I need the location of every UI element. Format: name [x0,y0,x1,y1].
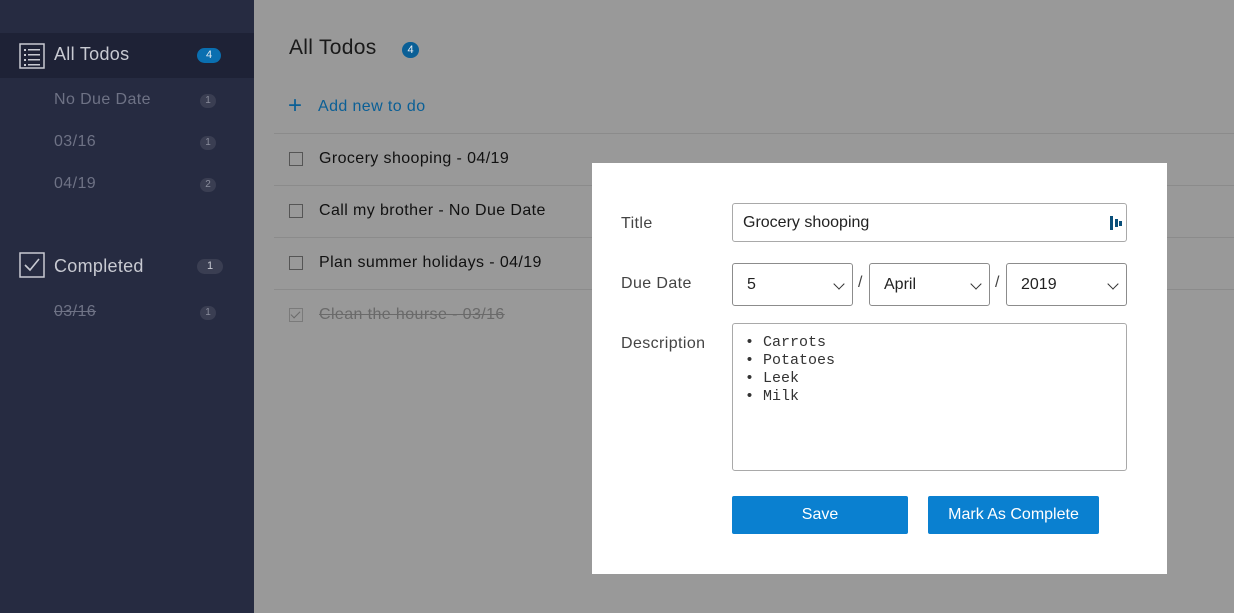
nav-all-todos-label: All Todos [54,44,130,64]
add-new-todo-label: Add new to do [318,98,426,115]
chevron-down-icon [970,278,982,290]
nav-completed[interactable]: Completed 1 [0,244,254,289]
sidebar-item-count: 2 [200,178,216,192]
sidebar-item-count: 1 [200,94,216,108]
title-input[interactable] [732,203,1127,242]
sidebar-item-label: 03/16 [54,133,97,150]
chevron-down-icon [1107,278,1119,290]
year-select[interactable]: 2019 [1006,263,1127,306]
sidebar: All Todos 4 No Due Date 1 03/16 1 04/19 … [0,0,254,613]
description-line: • Milk [745,388,800,405]
sidebar-item-count: 1 [200,136,216,150]
list-icon [19,43,45,69]
mark-complete-button[interactable]: Mark As Complete [928,496,1099,534]
sidebar-item-label: 03/16 [54,303,97,320]
description-textarea[interactable]: • Carrots • Potatoes • Leek • Milk [732,323,1127,471]
checkbox-checked-icon [19,252,45,278]
sidebar-item-count: 1 [200,306,216,320]
description-label: Description [621,335,706,352]
nav-completed-count: 1 [197,259,223,274]
save-button[interactable]: Save [732,496,908,534]
autofill-icon [1110,216,1122,230]
sidebar-item-label: No Due Date [54,91,151,108]
todo-checkbox-checked[interactable] [289,308,303,322]
description-line: • Carrots [745,334,827,351]
todo-count-badge: 4 [402,42,419,58]
title-label: Title [621,215,653,232]
todo-checkbox[interactable] [289,256,303,270]
day-select-value: 5 [747,276,756,293]
nav-all-todos-count: 4 [197,48,221,63]
todo-checkbox[interactable] [289,152,303,166]
todo-title[interactable]: Call my brother - No Due Date [319,202,546,220]
page-title: All Todos [289,36,377,59]
todo-title[interactable]: Clean the hourse - 03/16 [319,306,505,324]
date-separator: / [858,274,863,291]
nav-all-todos[interactable]: All Todos 4 [0,33,254,78]
sidebar-item-04-19[interactable]: 04/19 2 [0,169,254,199]
date-separator: / [995,274,1000,291]
due-date-label: Due Date [621,275,692,292]
nav-completed-label: Completed [54,256,144,276]
description-line: • Potatoes [745,352,836,369]
day-select[interactable]: 5 [732,263,853,306]
todo-title[interactable]: Plan summer holidays - 04/19 [319,254,542,272]
description-line: • Leek [745,370,800,387]
sidebar-item-no-due-date[interactable]: No Due Date 1 [0,85,254,115]
chevron-down-icon [833,278,845,290]
sidebar-item-03-16[interactable]: 03/16 1 [0,127,254,157]
sidebar-item-label: 04/19 [54,175,97,192]
todo-checkbox[interactable] [289,204,303,218]
todo-title[interactable]: Grocery shooping - 04/19 [319,150,509,168]
year-select-value: 2019 [1021,276,1057,293]
plus-icon: + [288,92,303,119]
month-select-value: April [884,276,917,293]
month-select[interactable]: April [869,263,990,306]
edit-todo-modal: Title Due Date 5 / April / 2019 Descript… [592,163,1167,574]
sidebar-item-completed-03-16[interactable]: 03/16 1 [0,297,254,327]
